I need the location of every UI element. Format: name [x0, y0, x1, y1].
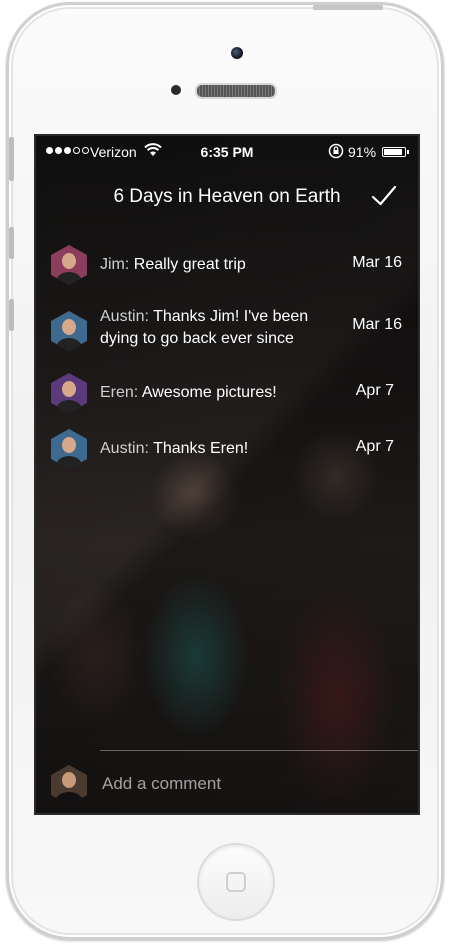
battery-nub [407, 150, 409, 154]
volume-up-button [9, 227, 14, 259]
battery-icon [382, 147, 406, 157]
checkmark-icon[interactable] [370, 182, 398, 210]
home-square-icon [226, 872, 246, 892]
proximity-sensor [171, 85, 181, 95]
comment-avatar[interactable] [50, 244, 88, 286]
comment-text: Austin: Thanks Eren! [100, 438, 340, 460]
home-button[interactable] [197, 843, 275, 921]
front-camera [231, 47, 243, 59]
my-avatar [51, 765, 87, 805]
mute-switch [9, 137, 14, 181]
page-title: 6 Days in Heaven on Earth [113, 186, 341, 207]
comment-avatar[interactable] [50, 372, 88, 414]
glare-overlay [36, 136, 418, 813]
comment-author[interactable]: Austin: [100, 440, 149, 457]
comment-date: Mar 16 [352, 254, 402, 271]
comment-avatar[interactable] [50, 428, 88, 470]
screen: Verizon 6:35 PM 91% 6 Days in Heaven on … [34, 134, 420, 815]
comment-date: Mar 16 [352, 316, 402, 333]
comment-text: Austin: Thanks Jim! I've been dying to g… [100, 306, 340, 350]
volume-down-button [9, 299, 14, 331]
rotation-lock-icon [328, 143, 344, 162]
comment-author[interactable]: Jim: [100, 256, 129, 273]
comment-composer [36, 756, 418, 813]
comment-author[interactable]: Austin: [100, 308, 149, 325]
comment-date: Apr 7 [355, 382, 394, 399]
status-bar: Verizon 6:35 PM 91% [36, 142, 418, 162]
comment-body: Awesome pictures! [141, 384, 277, 401]
comment-avatar[interactable] [50, 310, 88, 352]
comment-date: Apr 7 [355, 438, 394, 455]
earpiece-speaker [195, 83, 277, 99]
comment-body: Really great trip [133, 256, 246, 273]
comment-body: Thanks Eren! [153, 440, 249, 457]
comment-text: Eren: Awesome pictures! [100, 382, 340, 404]
power-button [313, 5, 383, 10]
composer-divider [100, 750, 418, 751]
battery-percentage: 91% [348, 144, 377, 160]
comment-text: Jim: Really great trip [100, 254, 340, 276]
comment-author[interactable]: Eren: [100, 384, 138, 401]
add-comment-input[interactable] [102, 774, 402, 794]
